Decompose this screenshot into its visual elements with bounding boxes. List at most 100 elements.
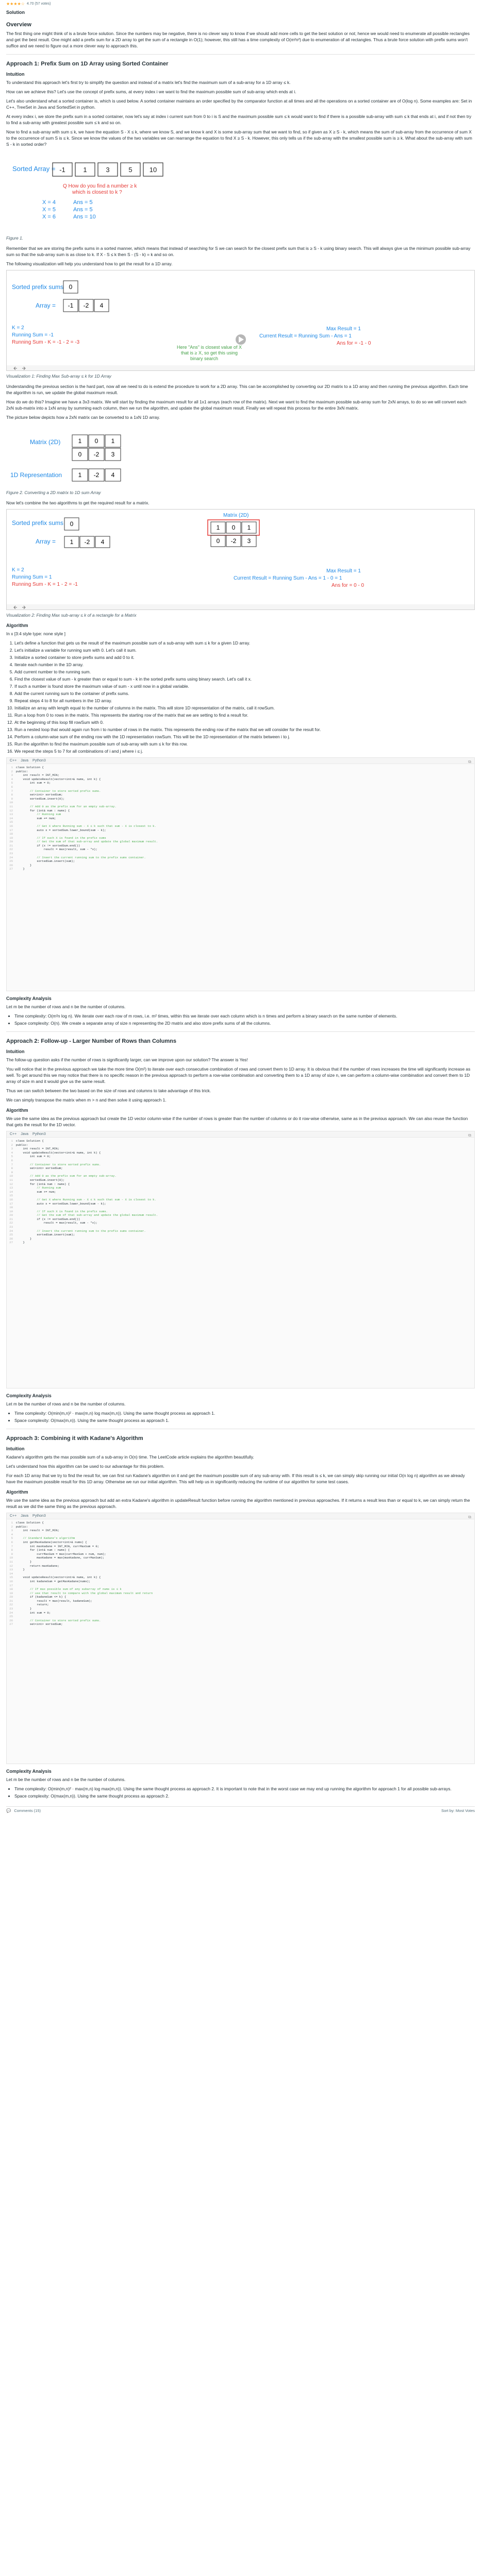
line-number: 26 [9,1618,13,1622]
code-tab-python[interactable]: Python3 [32,1131,46,1138]
code-tab-cpp[interactable]: C++ [10,1513,16,1519]
line-number: 9 [11,1552,13,1556]
viz1-running-sum: Running Sum = -1 [12,332,54,338]
sort-selector[interactable]: Sort by: Most Votes [441,1808,475,1814]
algorithm-step: Add the current running sum to the conta… [14,690,475,697]
complexity-list: Time complexity: O(m²n log n). We iterat… [14,1013,475,1026]
approach3-paragraph: Let's understand how this algorithm can … [6,1464,165,1469]
figure1-cell-value: -1 [59,166,65,174]
complexity-list: Time complexity: O(min(m,n)² · max(m,n) … [14,1786,475,1799]
time-complexity: Time complexity: O(min(m,n)² · max(m,n) … [14,1786,475,1792]
line-number: 4 [11,1532,13,1536]
code-text: int maxKadane = INT_MIN, currMaxSum = 0; [16,1544,99,1548]
code-text: } [16,1236,32,1241]
code-tab-java[interactable]: Java [21,1513,28,1519]
figure1-answer-line: Ans = 5 [73,199,93,206]
code-text: for (int& num : nums) { [16,1182,70,1186]
code-line: 1 class Solution { [7,1521,471,1525]
line-number: 15 [9,820,13,824]
copy-icon[interactable]: ⧉ [468,759,471,765]
approach2-heading: Approach 2: Follow-up - Larger Number of… [6,1038,177,1044]
algorithm-heading: Algorithm [6,1108,28,1113]
code-tab-cpp[interactable]: C++ [10,758,16,764]
line-number: 1 [11,766,13,769]
approach1-paragraph: Let's also understand what a sorted cont… [6,98,472,110]
rating-stars[interactable]: ★★★★☆ [6,1,25,7]
code-text: // Get the sum of that sub-array and upd… [16,1213,158,1217]
code-text: } [16,867,25,871]
viz2-array-value: 1 [70,538,74,546]
line-number: 10 [9,1556,13,1560]
line-number: 16 [9,824,13,828]
approach1-paragraph: Remember that we are storing the prefix … [6,246,471,257]
visualization-2d: Sorted prefix sums 0 Matrix (2D) 1 0 1 0… [6,509,475,610]
code-tab-java[interactable]: Java [21,1131,28,1138]
code-text: sortedSum.insert(sum); [16,1233,75,1237]
line-number: 6 [11,785,13,789]
code-tab-python[interactable]: Python3 [32,758,46,764]
code-text: } [16,1560,32,1564]
visualization2-svg: Sorted prefix sums 0 Matrix (2D) 1 0 1 0… [7,513,474,609]
code-text: // Container to store sorted prefix sums… [16,1162,101,1166]
line-number: 1 [11,1521,13,1524]
solution-page: ★★★★☆ 4.70 (57 votes) Solution Overview … [0,0,481,1815]
visualization1-svg: Sorted prefix sums 0 Array = -1 -2 4 K =… [7,280,474,370]
figure1-cells: -1 1 3 5 10 [52,162,163,177]
viz1-array-value: 4 [100,302,104,309]
code-text: set<int> sortedSum; [16,1622,63,1626]
viz2-matrix-value: 1 [217,524,220,531]
code-block: C++ Java Python3 ⧉ 1 class Solution {2 pub… [6,1513,475,1764]
figure2-matrix-label: Matrix (2D) [30,438,60,446]
line-number: 27 [9,867,13,871]
figure1-question: Q How do you find a number ≥ k [63,183,137,189]
code-line: 2 public: [7,770,471,774]
approach2-intuition-heading: Intuition [6,1049,25,1054]
line-number: 9 [11,1170,13,1174]
approach1-paragraph: To understand this approach let's first … [6,80,291,85]
figure2-1d-value: 4 [111,471,115,479]
code-tab-cpp[interactable]: C++ [10,1131,16,1138]
complexity-intro: Let m be the number of rows and n be the… [6,1401,126,1406]
line-number: 23 [9,1607,13,1611]
line-number: 26 [9,863,13,867]
viz1-array-label: Array = [36,302,56,309]
code-tab-python[interactable]: Python3 [32,1513,46,1519]
complexity-heading: Complexity Analysis [6,1393,52,1398]
code-block: C++ Java Python3 ⧉ 1 class Solution {2 pub… [6,1131,475,1388]
code-line: 20 // Get the sum of that sub-array and … [7,1213,471,1217]
comments-count[interactable]: Comments (15) [14,1808,41,1814]
code-line: 18 [7,832,471,836]
line-number: 14 [9,816,13,820]
approach2-algorithm-text: We use the same idea as the previous app… [6,1116,468,1127]
figure1-question-line2: which is closest to k ? [72,190,122,195]
divider [6,54,475,55]
line-number: 2 [11,769,13,773]
code-line: 12 for (int& num : nums) { [7,809,471,813]
viz1-ans-for: Ans for = -1 - 0 [337,341,371,346]
approach3-paragraph: Kadane's algorithm gets the max possible… [6,1454,254,1460]
figure1-sorted-label: Sorted Array = [12,165,55,173]
figure1-cell-value: 5 [128,166,132,174]
figure-caption: Figure 1. [6,235,24,241]
code-line: 17 auto x = sortedSum.lower_bound(sum - … [7,1202,471,1206]
figure1-answer-line: Ans = 10 [73,214,96,220]
solution-heading: Solution [6,10,25,15]
copy-icon[interactable]: ⧉ [468,1132,471,1139]
code-line: 1 class Solution { [7,766,471,770]
figure1-svg: Sorted Array = -1 1 3 5 10 Q How do you … [12,162,163,220]
code-text: public: [16,1143,28,1147]
line-number: 17 [9,1201,13,1206]
figure1-x-line: X = 6 [42,214,56,220]
code-tab-java[interactable]: Java [21,758,28,764]
line-number: 3 [11,773,13,777]
copy-icon[interactable]: ⧉ [468,1514,471,1520]
viz1-sorted-label: Sorted prefix sums [12,283,63,291]
line-number: 19 [9,836,13,840]
figure2-matrix-value: 1 [111,437,115,445]
code-line: 19 // If such X is found in the prefix s… [7,1210,471,1214]
line-number: 24 [9,855,13,859]
algorithm-step: We repeat the steps 5 to 7 for all combi… [14,748,475,754]
algorithm-step: Iterate each number in the 1D array. [14,662,475,668]
code-text: auto x = sortedSum.lower_bound(sum - k); [16,828,106,832]
line-number: 25 [9,1615,13,1619]
